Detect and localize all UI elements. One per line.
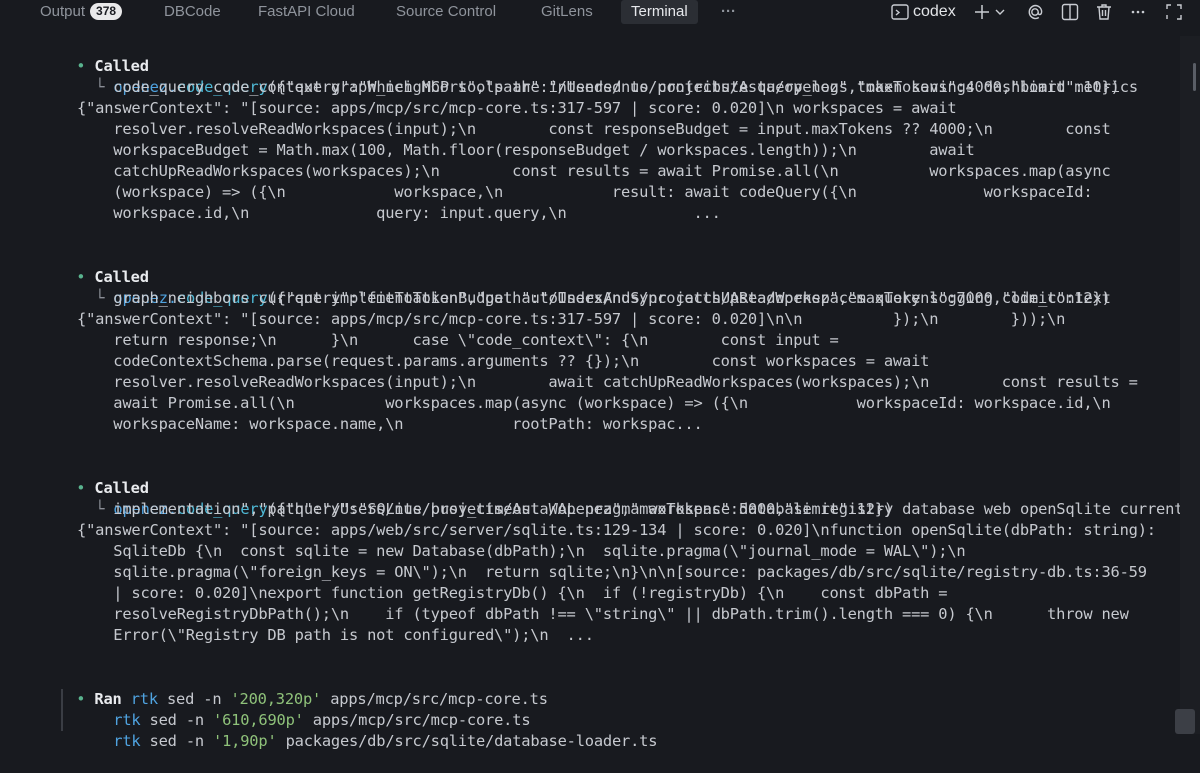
tab-label: FastAPI Cloud xyxy=(258,3,355,20)
tab-terminal[interactable]: Terminal xyxy=(621,0,698,24)
ran-command-line: rtk sed -n '1,90p' packages/db/src/sqlit… xyxy=(77,710,657,750)
tab-output[interactable]: Output 378 xyxy=(40,0,123,24)
call-output-line: Error(\"Registry DB path is not configur… xyxy=(77,626,594,644)
call-header: • Called xyxy=(40,457,149,497)
call-output-line: {"answerContext": "[source: apps/mcp/src… xyxy=(77,310,1066,328)
terminal-name[interactable]: codex xyxy=(913,0,956,23)
ran-command-line: rtk sed -n '610,690p' apps/mcp/src/mcp-c… xyxy=(77,689,530,729)
call-header: • Called xyxy=(40,35,149,75)
terminal-actions: codex xyxy=(888,0,1200,24)
tab-label: GitLens xyxy=(541,3,593,20)
command-file: packages/db/src/sqlite/database-loader.t… xyxy=(285,732,658,750)
tab-label: DBCode xyxy=(164,3,221,20)
more-tabs-icon[interactable]: ··· xyxy=(721,0,736,24)
at-icon[interactable] xyxy=(1025,2,1045,22)
maximize-icon[interactable] xyxy=(1164,2,1184,22)
call-output-line: await Promise.all(\n workspaces.map(asyn… xyxy=(77,394,1111,412)
call-args-line: └ openez.code_query({"query":"SQLite bus… xyxy=(95,500,1184,518)
tab-dbcode[interactable]: DBCode xyxy=(164,0,221,24)
output-count-badge: 378 xyxy=(90,3,123,20)
tab-gitlens[interactable]: GitLens xyxy=(541,0,593,24)
chevron-down-icon[interactable] xyxy=(993,2,1007,22)
tab-source-control[interactable]: Source Control xyxy=(396,0,496,24)
tab-label: Source Control xyxy=(396,3,497,20)
call-args-line: code_query code_context graph_neighbors"… xyxy=(77,78,1120,96)
tab-label: Output xyxy=(40,3,86,20)
panel-tab-bar: Output 378 DBCode FastAPI Cloud Source Co… xyxy=(0,0,1200,24)
call-output-line: {"answerContext": "[source: apps/mcp/src… xyxy=(77,99,957,117)
call-output-line: resolver.resolveReadWorkspaces(input);\n… xyxy=(77,373,1138,391)
call-output-line: codeContextSchema.parse(request.params.a… xyxy=(77,352,930,370)
call-header: • Called xyxy=(40,246,149,286)
call-output-line: workspaceName: workspace.name,\n rootPat… xyxy=(77,415,703,433)
call-output-line: workspaceBudget = Math.max(100, Math.flo… xyxy=(77,141,975,159)
call-output-line: resolveRegistryDbPath();\n if (typeof db… xyxy=(77,605,1129,623)
command-flag: -n xyxy=(185,732,204,750)
call-args-line: └ openez.code_query({"query":"fitToToken… xyxy=(95,289,1111,307)
call-args-line: └ openez.code_query({"query":"Which MCP … xyxy=(95,78,1138,96)
call-output-line: sqlite.pragma(\"foreign_keys = ON\");\n … xyxy=(77,563,1147,581)
call-output-line: (workspace) => ({\n workspace,\n result:… xyxy=(77,183,1093,201)
terminal-icon[interactable] xyxy=(890,2,910,22)
call-output-line: catchUpReadWorkspaces(workspaces);\n con… xyxy=(77,162,1111,180)
call-output-line: resolver.resolveReadWorkspaces(input);\n… xyxy=(77,120,1111,138)
split-icon[interactable] xyxy=(1060,2,1080,22)
tab-label: Terminal xyxy=(631,3,688,20)
call-args-line: implementation","path":"/Users/nus/proje… xyxy=(77,500,893,518)
ran-command-line: • Ran rtk sed -n '200,320p' apps/mcp/src… xyxy=(40,668,548,708)
scrollbar-thumb[interactable] xyxy=(1175,709,1195,734)
call-output-line: return response;\n }\n case \"code_conte… xyxy=(77,331,839,349)
command-range: '1,90p' xyxy=(213,732,277,750)
plus-icon[interactable] xyxy=(972,2,992,22)
call-output-line: workspace.id,\n query: input.query,\n ..… xyxy=(77,204,721,222)
call-output-line: | score: 0.020]\nexport function getRegi… xyxy=(77,584,948,602)
terminal-scrollbar[interactable] xyxy=(1180,36,1200,734)
tab-fastapi-cloud[interactable]: FastAPI Cloud xyxy=(258,0,355,24)
trash-icon[interactable] xyxy=(1094,2,1114,22)
command-group-rail xyxy=(61,689,63,731)
command-tool: rtk xyxy=(113,732,141,750)
panel-divider xyxy=(0,24,1200,25)
call-output-line: {"answerContext": "[source: apps/web/src… xyxy=(77,521,1156,539)
more-icon[interactable] xyxy=(1128,2,1148,22)
call-output-line: SqliteDb {\n const sqlite = new Database… xyxy=(77,542,966,560)
scrollbar-overview-marker xyxy=(1193,63,1196,91)
call-args-line: graph_neighbors current implementation",… xyxy=(77,289,1111,307)
command-name: sed xyxy=(149,732,177,750)
